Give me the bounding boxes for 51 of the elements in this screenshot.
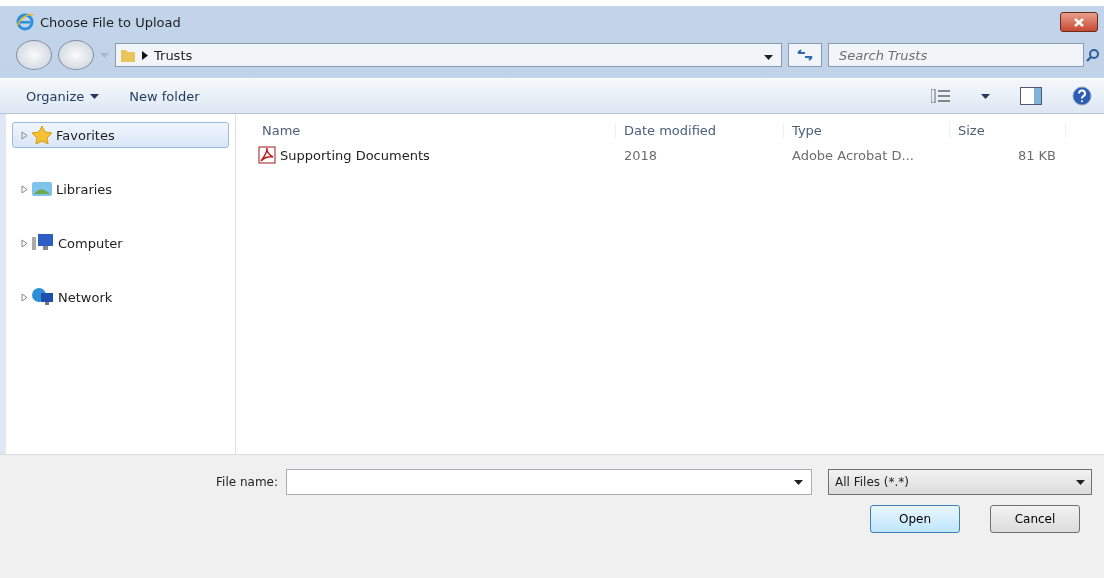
refresh-arrows-icon <box>797 49 813 61</box>
column-header[interactable]: Name <box>254 122 616 138</box>
view-list-icon[interactable] <box>931 89 951 103</box>
column-header[interactable]: Date modified <box>616 122 784 138</box>
search-icon[interactable] <box>1086 48 1100 62</box>
forward-button[interactable] <box>58 40 94 70</box>
browser-logo-icon <box>16 13 34 31</box>
file-name-label: File name: <box>216 475 278 489</box>
cancel-button[interactable]: Cancel <box>990 505 1080 533</box>
folder-icon <box>120 47 136 63</box>
network-icon <box>32 288 54 306</box>
caret-icon <box>794 479 803 485</box>
size-cell-text: 81 KB <box>1016 147 1057 163</box>
breadcrumb[interactable]: Trusts <box>154 47 193 63</box>
help-icon[interactable] <box>1072 86 1092 106</box>
sidebar-item[interactable]: Computer <box>12 230 229 256</box>
close-button[interactable] <box>1060 12 1098 32</box>
file-name-cell[interactable]: Supporting Documents <box>254 146 616 164</box>
preview-pane-icon[interactable] <box>1020 87 1042 105</box>
close-icon <box>1074 17 1084 27</box>
open-button[interactable]: Open <box>870 505 960 533</box>
caret-icon <box>981 93 990 99</box>
expand-arrow-icon[interactable] <box>21 292 28 302</box>
file-type-dropdown[interactable]: All Files (*.*) <box>828 469 1092 495</box>
breadcrumb-arrow-icon[interactable] <box>142 50 148 60</box>
caret-icon <box>90 93 100 99</box>
library-icon <box>32 181 52 197</box>
column-header[interactable]: Type <box>784 122 950 138</box>
refresh-button[interactable] <box>788 43 822 67</box>
caret-icon <box>1076 479 1085 485</box>
file-name-field[interactable] <box>286 469 812 495</box>
expand-arrow-icon[interactable] <box>21 238 28 248</box>
computer-icon <box>32 234 54 252</box>
expand-arrow-icon[interactable] <box>21 130 28 140</box>
sidebar-item[interactable]: Libraries <box>12 176 229 202</box>
sidebar-item[interactable]: Network <box>12 284 229 310</box>
caret-icon <box>100 52 109 58</box>
expand-arrow-icon[interactable] <box>21 184 28 194</box>
caret-icon <box>764 54 773 60</box>
date-cell-text: 2018 <box>623 147 659 163</box>
new-folder-button[interactable]: New folder <box>129 88 200 104</box>
back-button[interactable] <box>16 40 52 70</box>
pdf-file-icon <box>258 146 276 164</box>
column-header[interactable]: Size <box>950 122 1066 138</box>
search-field[interactable]: Search Trusts <box>828 43 1084 67</box>
sidebar-item[interactable]: Favorites <box>12 122 229 148</box>
type-cell-text: Adobe Acrobat D... <box>791 147 915 163</box>
organize-menu[interactable]: Organize <box>26 88 100 104</box>
window-title: Choose File to Upload <box>40 14 182 30</box>
address-bar[interactable]: Trusts <box>115 43 782 67</box>
star-icon <box>32 126 52 144</box>
